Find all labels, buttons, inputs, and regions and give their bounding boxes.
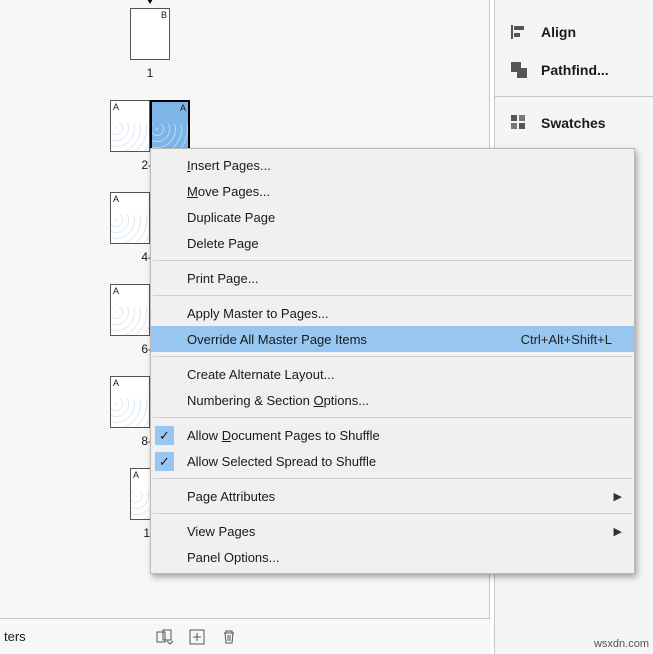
- truncated-label: ters: [4, 629, 26, 644]
- watermark: wsxdn.com: [594, 638, 649, 650]
- menu-label: Duplicate Page: [187, 210, 616, 225]
- menu-label: Insert Pages...: [187, 158, 616, 173]
- page-thumb-1[interactable]: B: [130, 8, 170, 60]
- menu-label: Numbering & Section Options...: [187, 393, 616, 408]
- menu-apply-master[interactable]: Apply Master to Pages...: [151, 300, 634, 326]
- master-letter: A: [113, 286, 119, 296]
- pathfinder-icon: [509, 60, 529, 80]
- master-letter: A: [113, 378, 119, 388]
- menu-shortcut: Ctrl+Alt+Shift+L: [521, 332, 612, 347]
- menu-label: Page Attributes: [187, 489, 616, 504]
- page-thumb-4[interactable]: A: [110, 192, 150, 244]
- submenu-arrow-icon: ▶: [614, 525, 622, 538]
- master-letter: A: [113, 102, 119, 112]
- menu-separator: [153, 356, 632, 357]
- menu-separator: [153, 478, 632, 479]
- menu-duplicate-page[interactable]: Duplicate Page: [151, 204, 634, 230]
- menu-print-page[interactable]: Print Page...: [151, 265, 634, 291]
- page-thumb-8[interactable]: A: [110, 376, 150, 428]
- menu-override-master[interactable]: Override All Master Page Items Ctrl+Alt+…: [151, 326, 634, 352]
- page-thumb-2[interactable]: A: [110, 100, 150, 152]
- menu-insert-pages[interactable]: Insert Pages...: [151, 152, 634, 178]
- page-item-1[interactable]: B 1: [60, 8, 240, 80]
- panel-label: Align: [541, 24, 576, 40]
- page-label: 1: [60, 66, 240, 80]
- menu-label: Print Page...: [187, 271, 616, 286]
- menu-label: Allow Document Pages to Shuffle: [187, 428, 616, 443]
- swatches-icon: [509, 113, 529, 133]
- master-letter: A: [133, 470, 139, 480]
- menu-separator: [153, 295, 632, 296]
- menu-numbering-section-options[interactable]: Numbering & Section Options...: [151, 387, 634, 413]
- master-letter: A: [113, 194, 119, 204]
- menu-label: Allow Selected Spread to Shuffle: [187, 454, 616, 469]
- menu-separator: [153, 417, 632, 418]
- menu-delete-page[interactable]: Delete Page: [151, 230, 634, 256]
- menu-label: Panel Options...: [187, 550, 616, 565]
- new-page-icon[interactable]: [188, 628, 206, 646]
- menu-label: Override All Master Page Items: [187, 332, 521, 347]
- panel-label: Swatches: [541, 115, 606, 131]
- menu-allow-document-shuffle[interactable]: Allow Document Pages to Shuffle: [151, 422, 634, 448]
- panel-label: Pathfind...: [541, 62, 609, 78]
- insertion-marker-icon: [144, 0, 156, 4]
- menu-label: Move Pages...: [187, 184, 616, 199]
- menu-move-pages[interactable]: Move Pages...: [151, 178, 634, 204]
- menu-create-alternate-layout[interactable]: Create Alternate Layout...: [151, 361, 634, 387]
- menu-page-attributes[interactable]: Page Attributes ▶: [151, 483, 634, 509]
- pages-context-menu: Insert Pages... Move Pages... Duplicate …: [150, 148, 635, 574]
- panel-align[interactable]: Align: [495, 14, 653, 50]
- menu-view-pages[interactable]: View Pages ▶: [151, 518, 634, 544]
- panel-swatches[interactable]: Swatches: [495, 105, 653, 141]
- page-thumb-3-selected[interactable]: A: [150, 100, 190, 152]
- pages-panel-footer: ters: [0, 618, 490, 654]
- panel-separator: [495, 96, 653, 97]
- align-icon: [509, 22, 529, 42]
- menu-label: View Pages: [187, 524, 616, 539]
- menu-label: Apply Master to Pages...: [187, 306, 616, 321]
- menu-panel-options[interactable]: Panel Options...: [151, 544, 634, 570]
- delete-page-icon[interactable]: [220, 628, 238, 646]
- menu-label: Delete Page: [187, 236, 616, 251]
- menu-separator: [153, 513, 632, 514]
- menu-label: Create Alternate Layout...: [187, 367, 616, 382]
- menu-allow-selected-shuffle[interactable]: Allow Selected Spread to Shuffle: [151, 448, 634, 474]
- menu-separator: [153, 260, 632, 261]
- edit-page-size-icon[interactable]: [156, 628, 174, 646]
- page-thumb-6[interactable]: A: [110, 284, 150, 336]
- panel-pathfinder[interactable]: Pathfind...: [495, 52, 653, 88]
- master-letter: A: [180, 103, 186, 113]
- master-letter: B: [161, 10, 167, 20]
- submenu-arrow-icon: ▶: [614, 490, 622, 503]
